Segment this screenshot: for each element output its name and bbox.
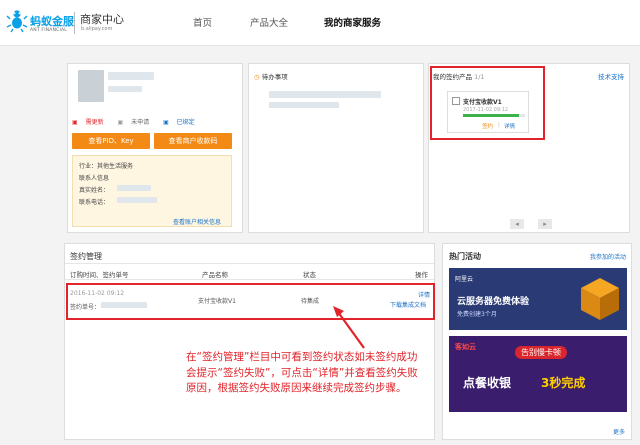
doc-icon: ▣ — [117, 119, 124, 126]
todo-header: ◷ 待办事项 — [254, 73, 288, 81]
check-icon: ▣ — [163, 119, 169, 126]
nav-home[interactable]: 首页 — [193, 15, 212, 29]
todo-item-blurred-2 — [269, 102, 339, 108]
ad1-title: 云服务器免费体验 — [457, 297, 530, 307]
nav-products[interactable]: 产品大全 — [250, 15, 288, 29]
contract-management-section: 签约管理 订购时间、签约单号 产品名称 状态 操作 2016-11-02 09:… — [64, 243, 435, 440]
col-status: 状态 — [303, 271, 316, 279]
status-not-applied[interactable]: ▣ 未申请 — [118, 119, 156, 126]
tech-support-link[interactable]: 技术支持 — [598, 71, 624, 81]
carousel-prev-button[interactable]: ◂ — [510, 219, 524, 229]
top-navigation-bar: 蚂蚁金服 ANT FINANCIAL 商家中心 b.alipay.com 首页 … — [0, 0, 640, 46]
logo-text-en: ANT FINANCIAL — [30, 28, 68, 33]
account-panel: ▣ 需更新 ▣ 未申请 ▣ 已绑定 查看PID、Key 查看商户收款码 行业：其… — [67, 63, 243, 233]
ad2-main-text: 点餐收银 — [463, 376, 512, 390]
view-pid-key-button[interactable]: 查看PID、Key — [72, 133, 150, 149]
todo-item-blurred — [269, 91, 381, 98]
account-id-blurred — [108, 86, 142, 92]
keruyun-logo: 客如云 — [455, 343, 476, 351]
header-divider — [65, 279, 434, 280]
contact-info-label: 联系人信息 — [79, 175, 110, 182]
ad2-top-text: 告别慢卡顿 — [515, 346, 567, 359]
annotation-arrow-icon — [333, 306, 365, 349]
real-name-label: 真实姓名： — [79, 187, 110, 194]
merchant-center-title: 商家中心 — [80, 13, 124, 26]
hot-activities-title: 热门活动 — [449, 252, 481, 261]
signed-product-highlight — [430, 66, 545, 140]
ant-logo-icon — [6, 10, 28, 33]
clock-icon: ◷ — [254, 73, 260, 81]
nav-my-services[interactable]: 我的商家服务 — [324, 15, 381, 29]
col-product-name: 产品名称 — [202, 271, 228, 279]
restaurant-pos-ad-banner[interactable]: 客如云 告别慢卡顿 点餐收银 3秒完成 — [449, 336, 627, 412]
my-activities-link[interactable]: 我参加的活动 — [590, 252, 626, 261]
phone-blurred — [117, 197, 157, 203]
industry-label: 行业：其他生活服务 — [79, 163, 134, 170]
todo-panel: ◷ 待办事项 — [248, 63, 424, 233]
phone-label: 联系电话： — [79, 199, 110, 206]
ant-financial-logo[interactable]: 蚂蚁金服 ANT FINANCIAL — [6, 9, 74, 39]
hot-activities-panel: 热门活动 我参加的活动 阿里云 云服务器免费体验 免费创建3个月 客如云 告别慢… — [442, 243, 632, 440]
view-account-info-link[interactable]: 查看账户相关信息 — [173, 217, 221, 226]
binding-status-row: ▣ 需更新 ▣ 未申请 ▣ 已绑定 — [72, 117, 207, 126]
col-action: 操作 — [415, 271, 428, 279]
annotation-text: 在“签约管理”栏目中可看到签约状态如未签约成功会提示“签约失败”，可点击“详情”… — [186, 351, 418, 394]
ad1-subtitle: 免费创建3个月 — [457, 311, 497, 318]
update-icon: ▣ — [72, 119, 78, 126]
server-illustration-icon — [581, 278, 619, 320]
aliyun-logo: 阿里云 — [455, 276, 474, 283]
status-needs-update[interactable]: ▣ 需更新 — [72, 119, 110, 126]
contract-management-title: 签约管理 — [70, 252, 102, 261]
more-activities-link[interactable]: 更多 — [613, 427, 625, 436]
view-qr-code-button[interactable]: 查看商户收款码 — [154, 133, 232, 149]
account-name-blurred — [108, 72, 154, 80]
logo-divider — [74, 12, 75, 34]
status-bound[interactable]: ▣ 已绑定 — [163, 119, 201, 126]
contract-row-highlight — [66, 283, 435, 320]
real-name-blurred — [117, 185, 151, 191]
merchant-center-url: b.alipay.com — [81, 26, 113, 32]
carousel-next-button[interactable]: ▸ — [538, 219, 552, 229]
ad2-speed-text: 3秒完成 — [541, 376, 586, 390]
account-info-box: 行业：其他生活服务 联系人信息 真实姓名： 联系电话： 查看账户相关信息 — [72, 155, 232, 227]
col-order-time: 订购时间、签约单号 — [70, 271, 129, 279]
logo-text-cn: 蚂蚁金服 — [30, 15, 74, 28]
avatar — [78, 70, 104, 102]
section-divider — [65, 263, 434, 264]
cloud-server-ad-banner[interactable]: 阿里云 云服务器免费体验 免费创建3个月 — [449, 268, 627, 330]
